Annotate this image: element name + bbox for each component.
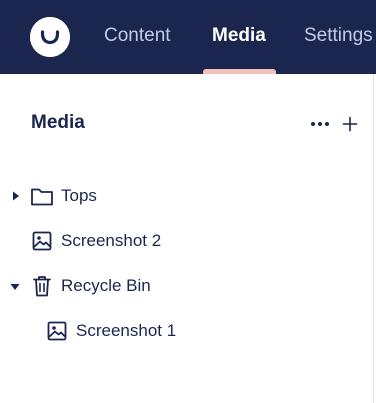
image-icon xyxy=(30,229,54,253)
collapse-caret-icon[interactable] xyxy=(10,282,20,292)
active-tab-indicator xyxy=(203,69,276,74)
plus-icon xyxy=(342,116,358,132)
expand-caret-icon[interactable] xyxy=(11,191,21,201)
add-media-button[interactable] xyxy=(338,112,362,136)
tree-item-label: Tops xyxy=(61,186,97,205)
folder-icon xyxy=(30,184,54,208)
tree-item-label: Screenshot 1 xyxy=(76,321,177,340)
tree-item-recycle-bin[interactable]: Recycle Bin xyxy=(0,271,370,301)
sidebar-divider xyxy=(373,74,374,403)
tree-item-screenshot-1[interactable]: Screenshot 1 xyxy=(0,316,370,346)
tab-settings[interactable]: Settings xyxy=(304,0,373,74)
image-icon xyxy=(45,319,69,343)
umbraco-logo-icon[interactable] xyxy=(30,17,70,57)
tree-item-tops[interactable]: Tops xyxy=(0,181,370,211)
more-options-button[interactable] xyxy=(308,112,332,136)
tab-content[interactable]: Content xyxy=(104,0,171,74)
tree-item-label: Recycle Bin xyxy=(61,276,151,295)
trash-icon xyxy=(30,274,54,298)
tree-item-label: Screenshot 2 xyxy=(61,231,162,250)
tab-media[interactable]: Media xyxy=(212,0,266,74)
top-navigation-bar: Content Media Settings xyxy=(0,0,376,74)
sidebar-title: Media xyxy=(31,112,85,133)
more-options-icon xyxy=(311,122,329,126)
tree-item-screenshot-2[interactable]: Screenshot 2 xyxy=(0,226,370,256)
